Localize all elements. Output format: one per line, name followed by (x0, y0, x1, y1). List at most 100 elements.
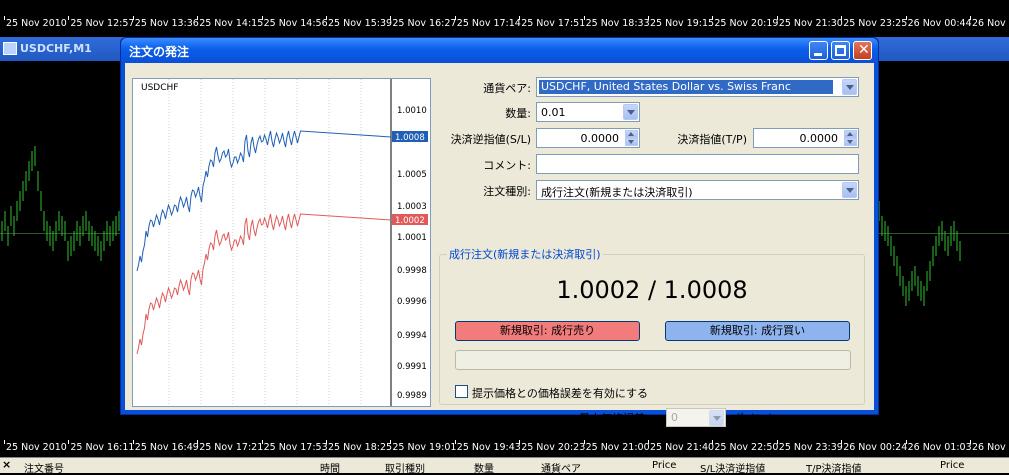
time-axis-label: 26 Nov 00:24 (843, 442, 908, 453)
spin-up-icon[interactable] (844, 130, 857, 138)
tick-chart-symbol: USDCHF (141, 83, 179, 93)
maximize-icon[interactable] (831, 41, 850, 60)
time-axis-label: 25 Nov 21:30 (778, 18, 843, 29)
terminal-column-header[interactable]: 数量 (474, 460, 494, 475)
time-axis-tick (970, 16, 971, 20)
dialog-titlebar[interactable]: 注文の発注 ✕ (121, 38, 878, 63)
tick-chart-price-label: 1.0003 (397, 202, 427, 212)
time-axis-label: 25 Nov 12:57 (70, 18, 135, 29)
sell-button[interactable]: 新規取引: 成行売り (455, 321, 640, 341)
time-axis-label: 25 Nov 21:00 (585, 442, 650, 453)
time-axis-tick (776, 16, 778, 20)
time-axis-tick (197, 16, 199, 20)
comment-input[interactable] (536, 154, 859, 174)
close-icon: ✕ (858, 42, 870, 58)
time-axis-label: 26 Nov 00:44 (907, 18, 972, 29)
volume-value: 0.01 (541, 106, 566, 119)
comment-label: コメント: (483, 159, 531, 172)
chevron-down-icon[interactable] (842, 79, 857, 95)
terminal-column-header[interactable]: 取引種別 (385, 460, 425, 475)
spin-down-icon[interactable] (844, 138, 857, 146)
take-profit-spin[interactable] (844, 130, 857, 146)
tick-chart-price-label: 0.9994 (397, 331, 427, 341)
spin-down-icon[interactable] (625, 138, 638, 146)
background-right-candles (878, 201, 961, 306)
time-axis-tick (905, 16, 907, 20)
time-axis-label: 25 Nov 13:36 (134, 18, 199, 29)
tick-chart-price-label: 1.0005 (397, 170, 427, 180)
time-axis-label: 25 Nov 2010 (6, 442, 67, 453)
terminal-column-header[interactable]: Price (940, 460, 964, 471)
order-type-select[interactable]: 成行注文(新規または決済取引) (536, 180, 859, 200)
time-axis-tick (583, 440, 585, 444)
time-axis-tick (390, 440, 392, 444)
dialog-client: 1.0010 1.0008 1.0005 1.0003 1.0001 0.9998 0.99… (125, 63, 874, 427)
ask-price-tag: 1.0008 (395, 133, 425, 143)
time-axis-label: 25 Nov 21:40 (650, 442, 715, 453)
volume-select[interactable]: 0.01 (536, 102, 640, 122)
time-axis-tick (132, 16, 134, 20)
stop-loss-spin[interactable] (625, 130, 638, 146)
deviation-checkbox[interactable] (455, 385, 468, 398)
tick-chart-price-label: 1.0001 (397, 233, 427, 243)
time-axis-tick (454, 440, 456, 444)
top-time-axis: 25 Nov 2010 25 Nov 12:57 25 Nov 13:36 25 No… (0, 16, 1009, 30)
chevron-down-icon[interactable] (623, 104, 638, 120)
terminal-column-header[interactable]: S/L決済逆指値 (700, 460, 765, 475)
time-axis-label: 25 Nov 14:56 (263, 18, 328, 29)
time-axis-tick (970, 440, 971, 444)
terminal-column-header[interactable]: T/P決済指値 (806, 460, 862, 475)
time-axis-tick (326, 440, 327, 444)
time-axis-label: 25 Nov 16:49 (134, 442, 199, 453)
time-axis-tick (4, 440, 5, 444)
chevron-down-icon (709, 410, 724, 426)
symbol-label: 通貨ペア: (483, 82, 531, 95)
time-axis-tick (68, 440, 70, 444)
time-axis-tick (776, 440, 778, 444)
chart-window-title: USDCHF,M1 (20, 42, 92, 55)
progress-bar (455, 350, 851, 370)
order-type-label: 注文種別: (483, 185, 531, 198)
time-axis-label: 25 Nov 19:43 (456, 442, 521, 453)
chevron-down-icon[interactable] (842, 182, 857, 198)
time-axis-tick (68, 16, 70, 20)
time-axis-tick (4, 16, 5, 20)
stop-loss-stepper[interactable]: 0.0000 (536, 128, 640, 148)
tick-chart-price-label: 1.0010 (397, 106, 427, 116)
spin-up-icon[interactable] (625, 130, 638, 138)
deviation-checkbox-label[interactable]: 提示価格との価格誤差を有効にする (472, 385, 648, 401)
bid-price-tag: 1.0002 (395, 216, 425, 226)
terminal-panel-header: 注文番号 時間 取引種別 数量 通貨ペア Price S/L決済逆指値 T/P決済指値 Pric… (0, 457, 1009, 475)
order-type-value: 成行注文(新規または決済取引) (541, 186, 693, 199)
minimize-icon[interactable] (809, 41, 828, 60)
chart-window-icon (3, 42, 17, 55)
close-icon[interactable]: × (2, 458, 11, 471)
stop-loss-value: 0.0000 (580, 132, 620, 145)
symbol-select[interactable]: USDCHF, United States Dollar vs. Swiss F… (536, 77, 859, 97)
take-profit-stepper[interactable]: 0.0000 (753, 128, 859, 148)
time-axis-label: 25 Nov 18:25 (328, 442, 393, 453)
time-axis-tick (519, 16, 521, 20)
buy-button[interactable]: 新規取引: 成行買い (665, 321, 850, 341)
terminal-column-header[interactable]: 時間 (320, 460, 340, 475)
time-axis-tick (905, 440, 907, 444)
time-axis-label: 25 Nov 17:14 (456, 18, 521, 29)
time-axis-label: 25 Nov 22:50 (714, 442, 779, 453)
symbol-value: USDCHF, United States Dollar vs. Swiss F… (539, 80, 833, 94)
time-axis-label: 25 Nov 17:21 (199, 442, 264, 453)
time-axis-tick (648, 440, 649, 444)
time-axis-label: 25 Nov 19:01 (392, 442, 457, 453)
time-axis-tick (648, 16, 649, 20)
time-axis-tick (841, 16, 843, 20)
ask-series-line (136, 130, 392, 272)
take-profit-value: 0.0000 (799, 132, 839, 145)
terminal-column-header[interactable]: 注文番号 (24, 460, 64, 475)
terminal-column-header[interactable]: Price (652, 460, 676, 471)
time-axis-label: 25 Nov 14:15 (199, 18, 264, 29)
close-button[interactable]: ✕ (853, 41, 872, 60)
time-axis-tick (326, 16, 327, 20)
terminal-column-header[interactable]: 通貨ペア (541, 460, 581, 475)
time-axis-label: 25 Nov 17:51 (521, 18, 586, 29)
time-axis-tick (390, 16, 392, 20)
time-axis-label: 25 Nov 18:33 (585, 18, 650, 29)
